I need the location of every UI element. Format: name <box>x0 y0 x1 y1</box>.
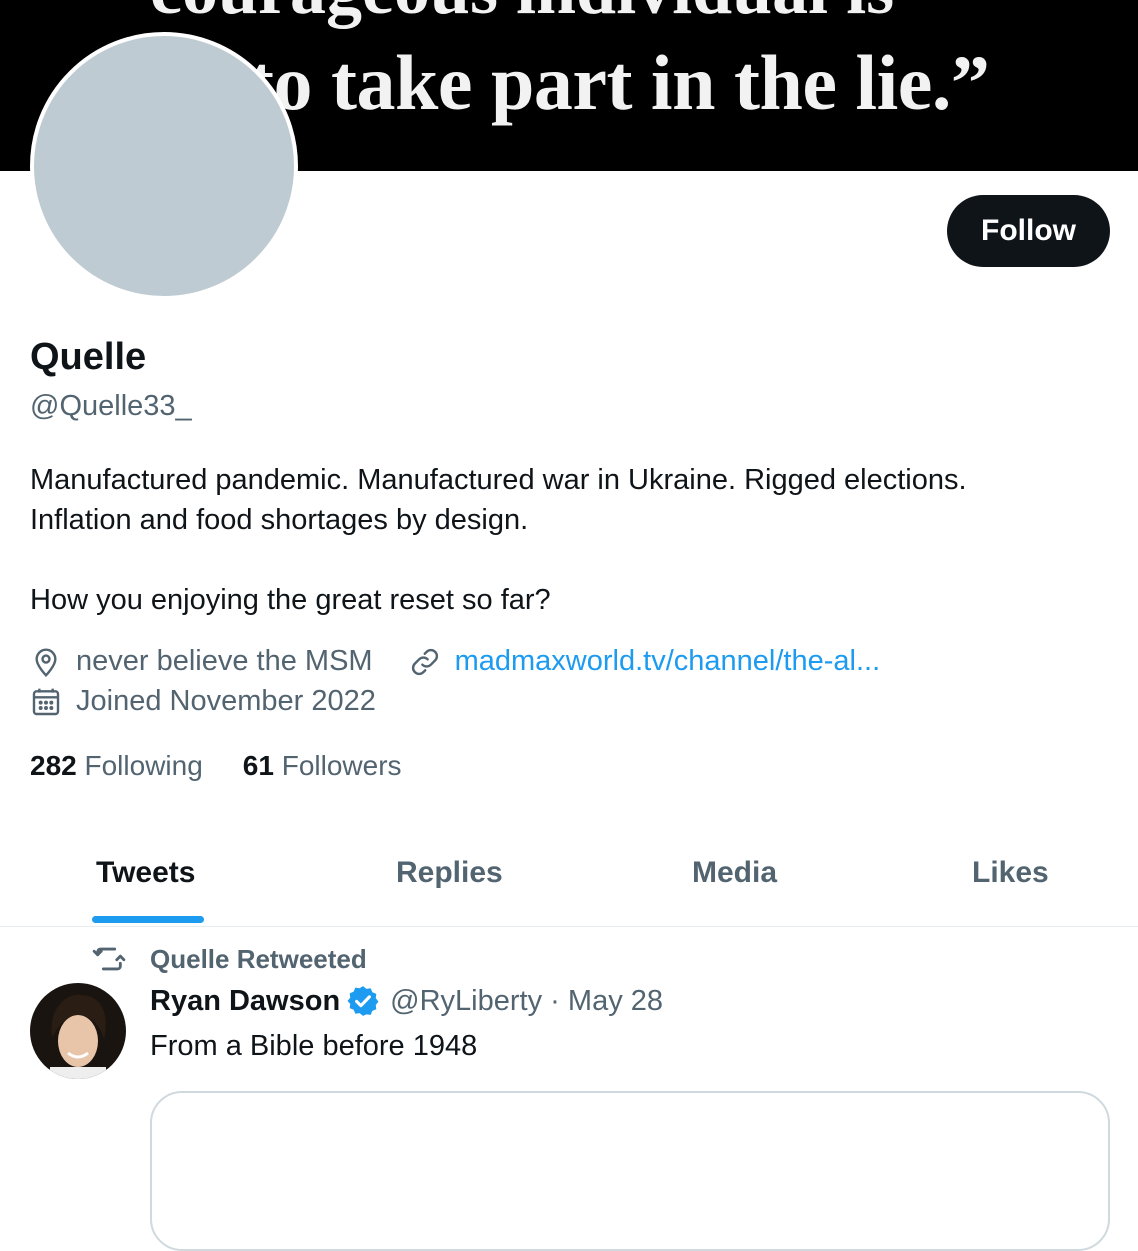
following-count: 282 <box>30 750 77 781</box>
followers-label: Followers <box>281 750 402 781</box>
retweet-icon <box>92 947 126 971</box>
retweet-context: Quelle Retweeted <box>92 942 367 976</box>
calendar-icon <box>32 688 60 715</box>
follow-stats: 282 Following 61 Followers <box>30 750 402 782</box>
profile-handle: @Quelle33_ <box>30 390 192 422</box>
tweet-author-name[interactable]: Ryan Dawson <box>150 985 340 1018</box>
profile-website-link[interactable]: madmaxworld.tv/channel/the-al... <box>455 645 881 678</box>
tweet-meta-separator: · <box>550 984 560 1017</box>
profile-meta-row: never believe the MSM madmaxworld.tv/cha… <box>30 645 880 678</box>
profile-tabs: Tweets Replies Media Likes <box>0 830 1138 927</box>
bio-line: Manufactured pandemic. Manufactured war … <box>30 464 967 496</box>
tweet-date[interactable]: May 28 <box>568 985 663 1017</box>
tweet-author-handle[interactable]: @RyLiberty <box>390 985 542 1017</box>
tab-likes[interactable]: Likes <box>972 856 1049 890</box>
tab-tweets[interactable]: Tweets <box>96 856 195 890</box>
tab-media[interactable]: Media <box>692 856 777 890</box>
followers-stat[interactable]: 61 Followers <box>243 750 402 782</box>
followers-count: 61 <box>242 750 274 781</box>
banner-text-line2: to take part in the lie.” <box>248 39 990 126</box>
link-icon <box>411 648 438 675</box>
profile-bio: Manufactured pandemic. Manufactured war … <box>30 460 1110 620</box>
bio-line: How you enjoying the great reset so far? <box>30 584 551 616</box>
joined-date: Joined November 2022 <box>76 685 376 717</box>
active-tab-indicator <box>92 916 204 923</box>
tweet-header: Ryan Dawson @RyLiberty · May 28 <box>150 984 663 1018</box>
retweet-label[interactable]: Quelle Retweeted <box>150 944 367 975</box>
following-stat[interactable]: 282 Following <box>30 750 203 782</box>
tweet-media-card[interactable] <box>150 1091 1110 1251</box>
banner-text-line1: courageous individual is <box>150 0 894 31</box>
following-label: Following <box>84 750 203 781</box>
tab-replies[interactable]: Replies <box>396 856 503 890</box>
location-text: never believe the MSM <box>76 645 373 677</box>
tweet-text: From a Bible before 1948 <box>150 1030 478 1062</box>
follow-button[interactable]: Follow <box>947 195 1110 267</box>
verified-badge-icon <box>347 986 379 1016</box>
display-name: Quelle <box>30 336 147 378</box>
tweet-author-avatar[interactable] <box>30 983 126 1079</box>
profile-joined-row: Joined November 2022 <box>30 685 376 718</box>
location-pin-icon <box>35 648 57 677</box>
bio-line: Inflation and food shortages by design. <box>30 504 529 536</box>
profile-avatar[interactable] <box>30 32 298 300</box>
